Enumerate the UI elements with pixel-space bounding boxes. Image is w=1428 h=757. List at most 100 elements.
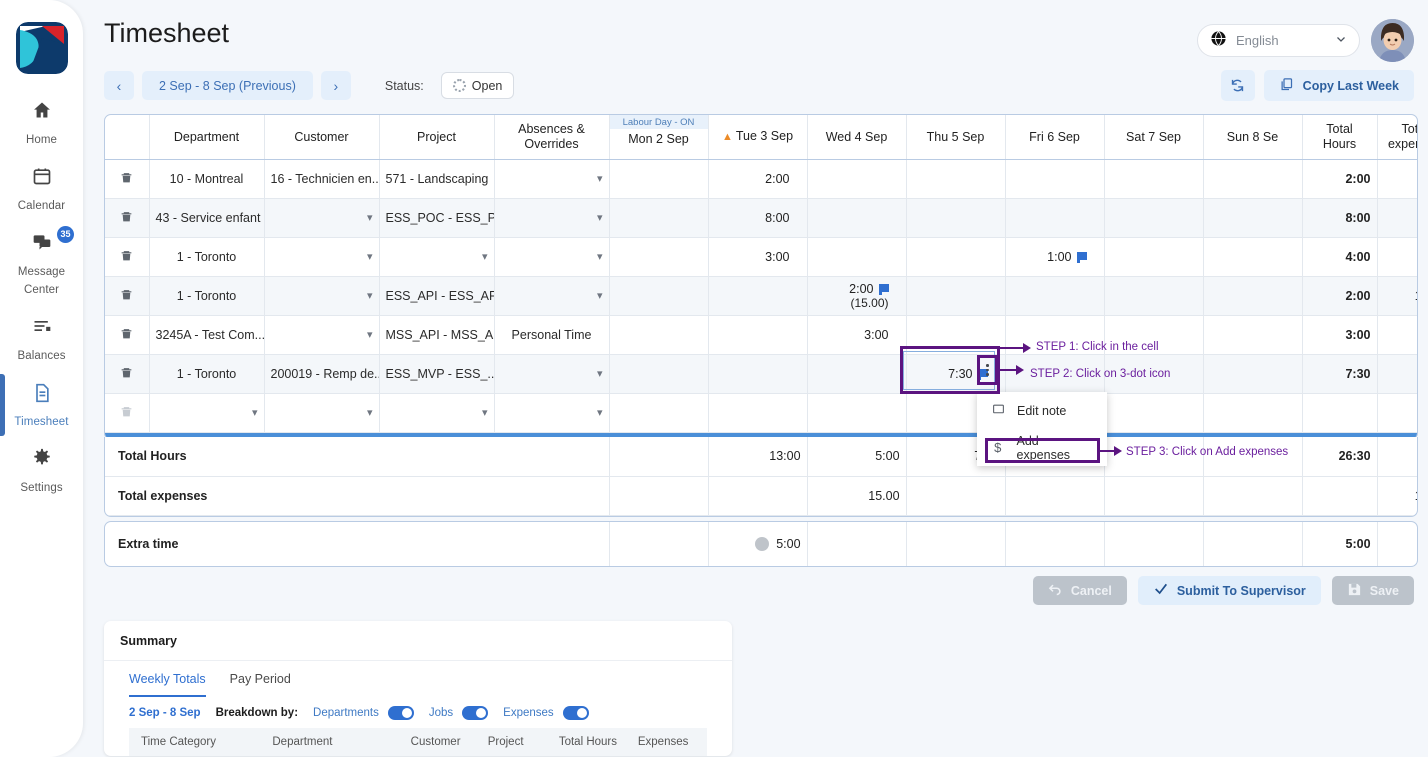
cell-day-mon[interactable] [608, 393, 709, 433]
table-row[interactable]: 1 - Toronto 200019 - Remp de... ESS_MVP - … [105, 354, 1417, 394]
cell-day-fri[interactable] [1005, 198, 1105, 238]
cell-day-tue[interactable]: 3:00 [708, 237, 808, 277]
delete-row-cell[interactable] [105, 276, 150, 316]
cell-project[interactable]: MSS_API - MSS_A... [379, 315, 495, 355]
cell-project[interactable]: ESS_API - ESS_AP... [379, 276, 495, 316]
cell-day-sat[interactable] [1104, 276, 1204, 316]
cell-day-sun[interactable] [1203, 393, 1303, 433]
cell-project[interactable]: 571 - Landscaping [379, 159, 495, 199]
next-period-button[interactable]: › [320, 71, 351, 100]
refresh-button[interactable] [1220, 70, 1255, 101]
header-customer[interactable]: Customer [264, 115, 380, 160]
cell-customer[interactable]: ▾ [264, 393, 380, 433]
cell-day-sat[interactable] [1104, 198, 1204, 238]
header-absences[interactable]: Absences & Overrides [494, 115, 610, 160]
cell-day-tue[interactable] [708, 276, 808, 316]
cell-day-fri[interactable] [1005, 159, 1105, 199]
cell-day-mon[interactable] [608, 276, 709, 316]
chevron-down-icon[interactable]: ▾ [597, 289, 603, 302]
delete-row-cell[interactable] [105, 393, 150, 433]
header-department[interactable]: Department [149, 115, 265, 160]
chevron-down-icon[interactable]: ▾ [367, 211, 373, 224]
cell-day-fri[interactable]: 1:00 [1005, 237, 1105, 277]
cell-day-thu[interactable] [906, 198, 1006, 238]
cell-day-wed[interactable]: 3:00 [807, 315, 907, 355]
cell-day-tue[interactable]: 2:00 [708, 159, 808, 199]
cell-department[interactable]: 3245A - Test Com... [149, 315, 265, 355]
cell-day-tue[interactable] [708, 315, 808, 355]
menu-item-edit-note[interactable]: Edit note [977, 392, 1107, 429]
cell-day-wed[interactable] [807, 159, 907, 199]
table-row[interactable]: 1 - Toronto ▾ ▾ ▾ 3:00 1:00 4:00 [105, 237, 1417, 277]
cell-project[interactable]: ESS_MVP - ESS_... [379, 354, 495, 394]
cell-customer[interactable]: ▾ [264, 237, 380, 277]
cell-department[interactable]: 10 - Montreal [149, 159, 265, 199]
chevron-down-icon[interactable]: ▾ [367, 406, 373, 419]
cell-day-fri[interactable] [1005, 276, 1105, 316]
cell-department[interactable]: ▾ [149, 393, 265, 433]
sidebar-item-message-center[interactable]: 35 Message Center [0, 222, 83, 306]
table-row[interactable]: 1 - Toronto▾ESS_API - ESS_AP...▾2:00(15.… [105, 276, 1417, 316]
cell-absences[interactable]: ▾ [494, 159, 610, 199]
chevron-down-icon[interactable]: ▾ [482, 250, 488, 263]
table-row[interactable]: 10 - Montreal 16 - Technicien en... 571 - … [105, 159, 1417, 199]
header-fri[interactable]: Fri 6 Sep [1005, 115, 1105, 160]
cell-day-tue[interactable] [708, 393, 808, 433]
trash-icon[interactable] [120, 406, 133, 422]
cell-day-wed[interactable] [807, 198, 907, 238]
sidebar-item-settings[interactable]: Settings [0, 438, 83, 504]
trash-icon[interactable] [120, 211, 133, 227]
cell-day-tue[interactable] [708, 354, 808, 394]
header-sun[interactable]: Sun 8 Se [1203, 115, 1303, 160]
table-row[interactable]: 3245A - Test Com... ▾ MSS_API - MSS_A... Pe… [105, 315, 1417, 355]
header-tue[interactable]: ▲ Tue 3 Sep [708, 115, 808, 160]
chevron-down-icon[interactable]: ▾ [367, 250, 373, 263]
cell-day-sun[interactable] [1203, 198, 1303, 238]
delete-row-cell[interactable] [105, 198, 150, 238]
header-thu[interactable]: Thu 5 Sep [906, 115, 1006, 160]
cell-day-mon[interactable] [608, 159, 709, 199]
copy-last-week-button[interactable]: Copy Last Week [1263, 70, 1414, 101]
cell-customer[interactable]: ▾ [264, 198, 380, 238]
cell-day-sun[interactable] [1203, 159, 1303, 199]
cell-day-tue[interactable]: 8:00 [708, 198, 808, 238]
cell-day-wed[interactable]: 2:00 (15.00) [807, 276, 907, 316]
toggle-departments[interactable] [387, 706, 414, 720]
chevron-down-icon[interactable]: ▾ [597, 250, 603, 263]
table-row[interactable]: 43 - Service enfant ▾ ESS_POC - ESS_P... ▾ 8… [105, 198, 1417, 238]
delete-row-cell[interactable] [105, 159, 150, 199]
cell-department[interactable]: 43 - Service enfant [149, 198, 265, 238]
chevron-down-icon[interactable]: ▾ [597, 406, 603, 419]
chevron-down-icon[interactable]: ▾ [482, 406, 488, 419]
previous-period-button[interactable]: ‹ [104, 71, 134, 100]
cell-absences[interactable]: ▾ [494, 198, 610, 238]
cell-project[interactable]: ESS_POC - ESS_P... [379, 198, 495, 238]
delete-row-cell[interactable] [105, 315, 150, 355]
submit-to-supervisor-button[interactable]: Submit To Supervisor [1137, 576, 1321, 605]
cell-day-sat[interactable] [1104, 237, 1204, 277]
cell-day-thu[interactable] [906, 237, 1006, 277]
chevron-down-icon[interactable]: ▾ [597, 367, 603, 380]
header-project[interactable]: Project [379, 115, 495, 160]
cell-absences[interactable]: ▾ [494, 393, 610, 433]
sidebar-item-home[interactable]: Home [0, 90, 83, 156]
cell-absences[interactable]: ▾ [494, 237, 610, 277]
language-selector[interactable]: English [1197, 24, 1360, 57]
trash-icon[interactable] [120, 172, 133, 188]
delete-row-cell[interactable] [105, 237, 150, 277]
period-range-button[interactable]: 2 Sep - 8 Sep (Previous) [142, 71, 313, 100]
cell-customer[interactable]: 200019 - Remp de... [264, 354, 380, 394]
cell-absences[interactable]: Personal Time [494, 315, 610, 355]
header-mon[interactable]: Labour Day - ON Mon 2 Sep [608, 115, 709, 160]
cell-customer[interactable]: ▾ [264, 276, 380, 316]
header-sat[interactable]: Sat 7 Sep [1104, 115, 1204, 160]
toggle-expenses[interactable] [562, 706, 589, 720]
trash-icon[interactable] [120, 367, 133, 383]
cell-day-sun[interactable] [1203, 276, 1303, 316]
chevron-down-icon[interactable]: ▾ [252, 406, 258, 419]
cell-day-mon[interactable] [608, 237, 709, 277]
cell-day-wed[interactable] [807, 354, 907, 394]
save-button[interactable]: Save [1331, 576, 1414, 605]
cell-day-mon[interactable] [608, 198, 709, 238]
toggle-jobs[interactable] [462, 706, 489, 720]
